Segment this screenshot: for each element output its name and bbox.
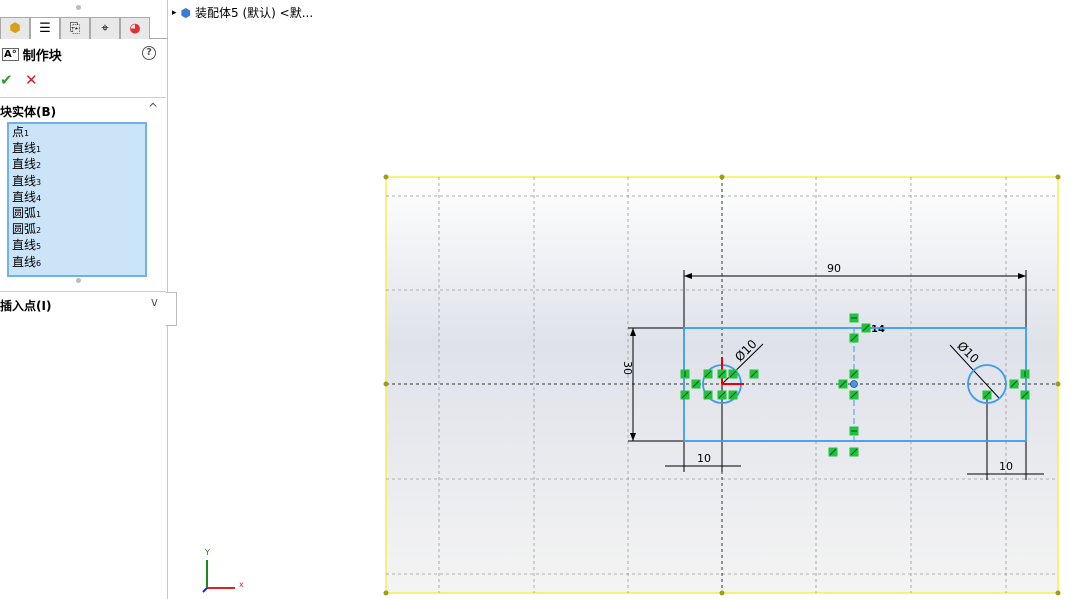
relation-icon	[849, 447, 859, 457]
entity-index: 5	[36, 242, 42, 252]
tab-dimxpert[interactable]: ⌖	[90, 17, 120, 39]
tab-display-manager[interactable]: ◕	[120, 17, 150, 39]
relation-icon	[849, 390, 859, 400]
entity-item[interactable]: 直线1	[12, 141, 142, 157]
entity-name: 点	[12, 125, 25, 139]
relation-icon	[680, 369, 690, 379]
relation-icon	[703, 390, 713, 400]
entity-name: 直线	[12, 189, 37, 204]
relation-icon	[828, 447, 838, 457]
relation-icon	[749, 369, 759, 379]
relation-icon	[717, 369, 727, 379]
relation-icon	[1020, 369, 1030, 379]
block-insertion-point[interactable]	[850, 380, 858, 388]
crosshair-icon: ⌖	[101, 21, 109, 36]
section-label: 块实体(B)	[0, 105, 57, 119]
relation-icon	[728, 369, 738, 379]
entity-item[interactable]: 直线2	[12, 157, 142, 173]
property-manager: ⬢ ☰ ⎘ ⌖ ◕ A° 制作块 ? ✔ ✕ 块实体(B) ^ 点1 直线1 直线2…	[0, 0, 168, 599]
chevron-down-icon[interactable]: v	[151, 295, 158, 309]
axis-x-label: x	[239, 580, 244, 589]
dim-left-offset[interactable]: 10	[697, 452, 711, 465]
entity-name: 直线	[12, 173, 37, 188]
panel-title-text: 制作块	[22, 49, 62, 64]
relation-tag: 14	[871, 324, 885, 335]
tab-feature-manager[interactable]: ⬢	[0, 17, 30, 39]
entity-index: 1	[36, 210, 42, 220]
plane-handle	[383, 174, 389, 180]
panel-title: A° 制作块	[2, 45, 62, 64]
plane-handle	[1055, 174, 1061, 180]
config-icon: ⎘	[69, 21, 81, 36]
entity-index: 2	[36, 161, 42, 171]
make-block-icon: A°	[2, 48, 19, 61]
assembly-icon: ⬢	[9, 21, 21, 36]
entity-name: 直线	[12, 254, 37, 269]
plane-handle	[383, 381, 389, 387]
list-icon: ☰	[39, 21, 51, 36]
dim-right-offset[interactable]: 10	[999, 460, 1013, 473]
panel-grip[interactable]	[76, 5, 81, 10]
relation-icon	[1020, 390, 1030, 400]
relation-icon	[849, 333, 859, 343]
plane-handle	[1055, 590, 1061, 596]
entity-item[interactable]: 直线6	[12, 255, 142, 271]
relation-icon	[861, 323, 871, 333]
entity-index: 2	[36, 226, 42, 236]
relation-icon	[728, 390, 738, 400]
section-label: 插入点(I)	[0, 299, 52, 313]
dim-height[interactable]: 30	[621, 361, 634, 375]
plane-handle	[719, 174, 725, 180]
section-insertion-point[interactable]: 插入点(I) v	[0, 291, 166, 314]
graphics-area[interactable]: 90 30 10 10 Ø10 Ø10 14 Y x	[169, 0, 1080, 599]
entity-item[interactable]: 直线4	[12, 190, 142, 206]
entity-item[interactable]: 直线5	[12, 238, 142, 254]
plane-handle	[383, 590, 389, 596]
relation-icon	[717, 390, 727, 400]
entity-name: 直线	[12, 238, 37, 253]
assembly-name: 装配体5 (默认) <默...	[195, 6, 314, 20]
tab-property-manager[interactable]: ☰	[30, 17, 60, 39]
relation-icon	[982, 390, 992, 400]
entity-item[interactable]: 圆弧1	[12, 206, 142, 222]
relation-icon	[849, 369, 859, 379]
entity-index: 3	[36, 177, 42, 187]
plane-handle	[1055, 381, 1061, 387]
entity-name: 圆弧	[12, 206, 37, 221]
panel-collapse-handle[interactable]	[166, 292, 177, 326]
plane-handle	[719, 590, 725, 596]
manager-tabs: ⬢ ☰ ⎘ ⌖ ◕	[0, 17, 168, 39]
axis-y-label: Y	[204, 548, 210, 557]
expand-arrow-icon[interactable]: ▸	[172, 8, 177, 18]
entity-index: 1	[24, 129, 30, 138]
entity-name: 直线	[12, 141, 37, 156]
assembly-icon: ⬢	[180, 5, 192, 20]
entity-index: 1	[36, 145, 42, 155]
feature-tree-flyout[interactable]: ▸ ⬢ 装配体5 (默认) <默...	[172, 4, 313, 21]
relation-icon	[849, 426, 859, 436]
entity-item[interactable]: 圆弧2	[12, 222, 142, 238]
relation-icon	[680, 390, 690, 400]
entity-item[interactable]: 直线3	[12, 174, 142, 190]
tab-configuration-manager[interactable]: ⎘	[60, 17, 90, 39]
color-wheel-icon: ◕	[129, 21, 141, 36]
entity-item[interactable]: 点1	[12, 125, 142, 141]
relation-icon	[691, 379, 701, 389]
cancel-button[interactable]: ✕	[25, 71, 38, 89]
help-icon[interactable]: ?	[142, 46, 156, 60]
block-entities-list[interactable]: 点1 直线1 直线2 直线3 直线4 圆弧1 圆弧2 直线5 直线6	[7, 122, 147, 277]
chevron-up-icon[interactable]: ^	[148, 101, 158, 115]
section-block-entities[interactable]: 块实体(B) ^	[0, 97, 166, 120]
relation-icon	[849, 313, 859, 323]
entity-index: 6	[36, 258, 42, 268]
relation-icon	[838, 379, 848, 389]
ok-button[interactable]: ✔	[0, 71, 13, 89]
dim-width[interactable]: 90	[827, 262, 841, 275]
relation-icon	[703, 369, 713, 379]
entity-index: 4	[36, 193, 42, 203]
entity-name: 直线	[12, 157, 37, 172]
relation-icon	[1009, 379, 1019, 389]
list-resize-grip[interactable]	[76, 278, 81, 283]
entity-name: 圆弧	[12, 222, 37, 237]
